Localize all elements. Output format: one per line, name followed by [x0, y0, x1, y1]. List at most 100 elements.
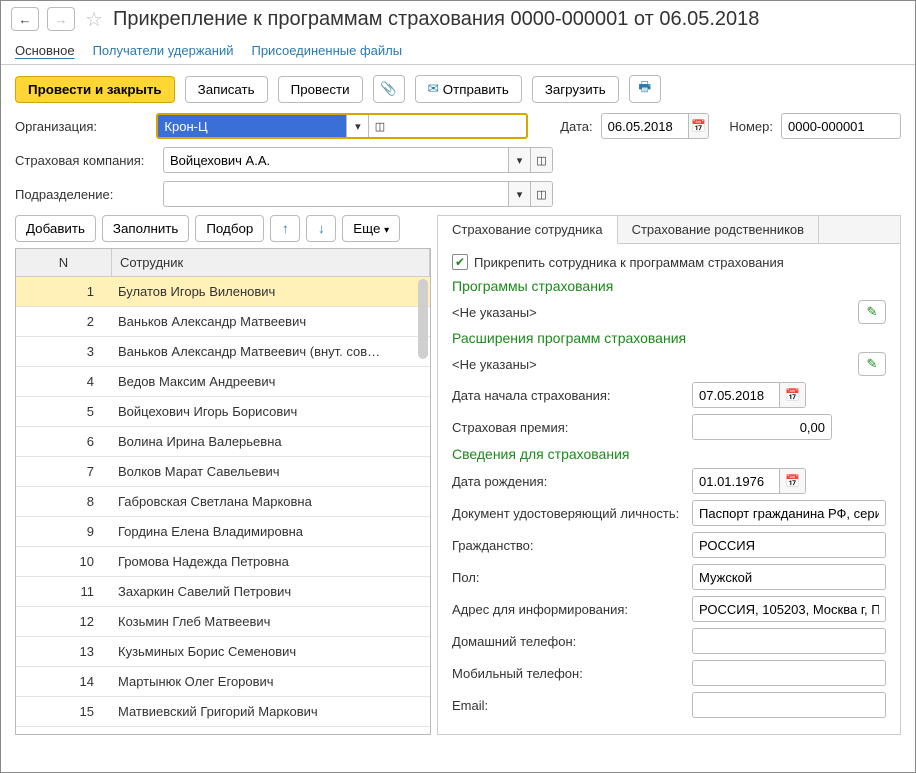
- ins-company-label: Страховая компания:: [15, 153, 155, 168]
- move-down-button[interactable]: ↓: [306, 215, 336, 242]
- citizenship-input[interactable]: [692, 532, 886, 558]
- ins-company-input[interactable]: [164, 148, 508, 172]
- date-input[interactable]: [602, 114, 688, 138]
- paperclip-icon: 📎: [380, 81, 397, 97]
- post-close-button[interactable]: Провести и закрыть: [15, 76, 175, 103]
- row-number: 11: [16, 584, 112, 599]
- row-number: 4: [16, 374, 112, 389]
- nav-forward-button[interactable]: →: [47, 7, 75, 31]
- tab-recipients[interactable]: Получатели удержаний: [93, 43, 234, 58]
- org-label: Организация:: [15, 119, 148, 134]
- arrow-up-icon: ↑: [282, 221, 289, 236]
- pencil-icon: ✎: [867, 304, 878, 320]
- dept-dropdown-btn[interactable]: ▾: [508, 182, 530, 206]
- row-employee: Мартынюк Олег Егорович: [112, 674, 430, 689]
- table-row[interactable]: 13Кузьминых Борис Семенович: [16, 637, 430, 667]
- programs-heading: Программы страхования: [452, 278, 886, 294]
- calendar-icon[interactable]: 📅: [779, 469, 805, 493]
- table-row[interactable]: 1Булатов Игорь Виленович: [16, 277, 430, 307]
- dept-open-btn[interactable]: ◫: [530, 182, 552, 206]
- row-employee: Козьмин Глеб Матвеевич: [112, 614, 430, 629]
- table-row[interactable]: 12Козьмин Глеб Матвеевич: [16, 607, 430, 637]
- page-title: Прикрепление к программам страхования 00…: [113, 8, 759, 31]
- ins-dropdown-btn[interactable]: ▾: [508, 148, 530, 172]
- number-input[interactable]: [781, 113, 901, 139]
- attach-checkbox[interactable]: ✔: [452, 254, 468, 270]
- start-date-label: Дата начала страхования:: [452, 388, 684, 403]
- save-button[interactable]: Записать: [185, 76, 268, 103]
- tab-main[interactable]: Основное: [15, 43, 75, 58]
- table-row[interactable]: 11Захаркин Савелий Петрович: [16, 577, 430, 607]
- date-label: Дата:: [560, 119, 592, 134]
- pencil-icon: ✎: [867, 356, 878, 372]
- fill-button[interactable]: Заполнить: [102, 215, 189, 242]
- table-row[interactable]: 2Ваньков Александр Матвеевич: [16, 307, 430, 337]
- table-row[interactable]: 16Мейерсон Софья Карловна: [16, 727, 430, 735]
- table-row[interactable]: 15Матвиевский Григорий Маркович: [16, 697, 430, 727]
- email-input[interactable]: [692, 692, 886, 718]
- subtab-employee[interactable]: Страхование сотрудника: [438, 216, 618, 244]
- table-row[interactable]: 8Габровская Светлана Марковна: [16, 487, 430, 517]
- extensions-heading: Расширения программ страхования: [452, 330, 886, 346]
- post-button[interactable]: Провести: [278, 76, 363, 103]
- add-row-button[interactable]: Добавить: [15, 215, 96, 242]
- tab-files[interactable]: Присоединенные файлы: [251, 43, 402, 58]
- row-number: 14: [16, 674, 112, 689]
- ins-open-btn[interactable]: ◫: [530, 148, 552, 172]
- row-number: 7: [16, 464, 112, 479]
- nav-back-button[interactable]: ←: [11, 7, 39, 31]
- row-employee: Громова Надежда Петровна: [112, 554, 430, 569]
- address-label: Адрес для информирования:: [452, 602, 684, 617]
- star-icon[interactable]: ☆: [83, 8, 105, 30]
- row-number: 13: [16, 644, 112, 659]
- upload-button[interactable]: Загрузить: [532, 76, 619, 103]
- dept-input[interactable]: [164, 182, 508, 206]
- premium-input[interactable]: [692, 414, 832, 440]
- table-row[interactable]: 3Ваньков Александр Матвеевич (внут. сов…: [16, 337, 430, 367]
- table-row[interactable]: 7Волков Марат Савельевич: [16, 457, 430, 487]
- org-dropdown-btn[interactable]: ▾: [346, 115, 368, 137]
- move-up-button[interactable]: ↑: [270, 215, 300, 242]
- org-open-btn[interactable]: ◫: [368, 115, 390, 137]
- subtab-relatives[interactable]: Страхование родственников: [618, 216, 819, 243]
- sex-input[interactable]: [692, 564, 886, 590]
- table-row[interactable]: 10Громова Надежда Петровна: [16, 547, 430, 577]
- row-employee: Ваньков Александр Матвеевич (внут. сов…: [112, 344, 430, 359]
- row-number: 6: [16, 434, 112, 449]
- row-number: 9: [16, 524, 112, 539]
- edit-programs-button[interactable]: ✎: [858, 300, 886, 324]
- calendar-icon[interactable]: 📅: [688, 114, 709, 138]
- select-button[interactable]: Подбор: [195, 215, 264, 242]
- row-number: 16: [16, 734, 112, 735]
- row-employee: Ведов Максим Андреевич: [112, 374, 430, 389]
- doc-input[interactable]: [692, 500, 886, 526]
- row-employee: Ваньков Александр Матвеевич: [112, 314, 430, 329]
- row-employee: Булатов Игорь Виленович: [112, 284, 430, 299]
- col-n[interactable]: N: [16, 249, 112, 276]
- table-row[interactable]: 4Ведов Максим Андреевич: [16, 367, 430, 397]
- table-row[interactable]: 14Мартынюк Олег Егорович: [16, 667, 430, 697]
- table-row[interactable]: 6Волина Ирина Валерьевна: [16, 427, 430, 457]
- doc-label: Документ удостоверяющий личность:: [452, 506, 684, 521]
- edit-extensions-button[interactable]: ✎: [858, 352, 886, 376]
- home-phone-input[interactable]: [692, 628, 886, 654]
- print-button[interactable]: 🖶: [629, 75, 661, 103]
- send-button[interactable]: ✉Отправить: [415, 75, 522, 103]
- birth-input[interactable]: [693, 469, 779, 493]
- calendar-icon[interactable]: 📅: [779, 383, 805, 407]
- col-employee[interactable]: Сотрудник: [112, 249, 430, 276]
- address-input[interactable]: [692, 596, 886, 622]
- attach-button[interactable]: 📎: [373, 75, 405, 103]
- info-heading: Сведения для страхования: [452, 446, 886, 462]
- citizenship-label: Гражданство:: [452, 538, 684, 553]
- scrollbar[interactable]: [418, 279, 428, 359]
- row-employee: Волков Марат Савельевич: [112, 464, 430, 479]
- start-date-input[interactable]: [693, 383, 779, 407]
- table-row[interactable]: 9Гордина Елена Владимировна: [16, 517, 430, 547]
- mobile-phone-label: Мобильный телефон:: [452, 666, 684, 681]
- more-button[interactable]: Еще ▾: [342, 215, 400, 242]
- dept-label: Подразделение:: [15, 187, 155, 202]
- mobile-phone-input[interactable]: [692, 660, 886, 686]
- table-row[interactable]: 5Войцехович Игорь Борисович: [16, 397, 430, 427]
- org-input[interactable]: [158, 115, 346, 137]
